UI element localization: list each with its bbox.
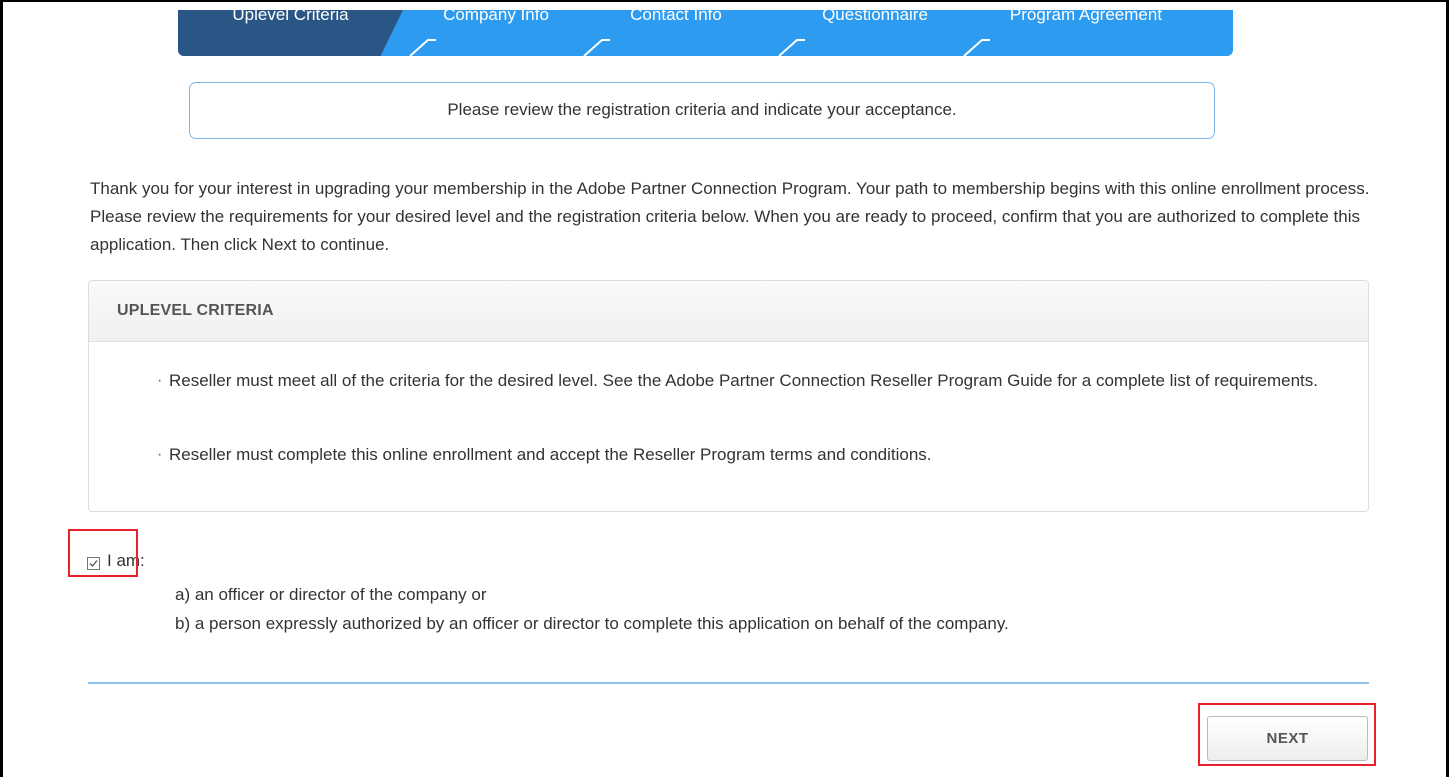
wizard-steps: Uplevel Criteria Company Info Contact In…: [178, 10, 1233, 56]
authorization-option-b: b) a person expressly authorized by an o…: [175, 614, 1009, 633]
step-program-agreement[interactable]: Program Agreement: [976, 10, 1196, 56]
checkbox-highlight-box: [68, 529, 138, 577]
criteria-item-text: Reseller must complete this online enrol…: [169, 445, 932, 464]
instruction-text: Please review the registration criteria …: [447, 100, 957, 119]
section-divider: [88, 682, 1369, 684]
intro-paragraph: Thank you for your interest in upgrading…: [90, 179, 1370, 254]
criteria-item-text: Reseller must meet all of the criteria f…: [169, 371, 1319, 390]
step-label: Contact Info: [630, 10, 722, 24]
step-company-info[interactable]: Company Info: [416, 10, 576, 56]
step-label: Program Agreement: [1009, 10, 1163, 24]
criteria-item: · Reseller must complete this online enr…: [157, 441, 1339, 469]
criteria-panel: UPLEVEL CRITERIA · Reseller must meet al…: [88, 280, 1369, 512]
criteria-panel-title: UPLEVEL CRITERIA: [89, 281, 1368, 342]
step-contact-info[interactable]: Contact Info: [596, 10, 756, 56]
step-questionnaire[interactable]: Questionnaire: [790, 10, 960, 56]
step-uplevel-criteria[interactable]: Uplevel Criteria: [178, 10, 403, 56]
step-label: Uplevel Criteria: [232, 10, 349, 24]
bullet-icon: ·: [157, 446, 163, 463]
next-button-highlight-box: [1198, 703, 1376, 766]
bullet-icon: ·: [157, 372, 163, 389]
instruction-box: Please review the registration criteria …: [189, 82, 1215, 139]
criteria-item: · Reseller must meet all of the criteria…: [157, 367, 1339, 395]
step-label: Company Info: [443, 10, 549, 24]
authorization-option-a: a) an officer or director of the company…: [175, 585, 487, 604]
step-label: Questionnaire: [822, 10, 928, 24]
